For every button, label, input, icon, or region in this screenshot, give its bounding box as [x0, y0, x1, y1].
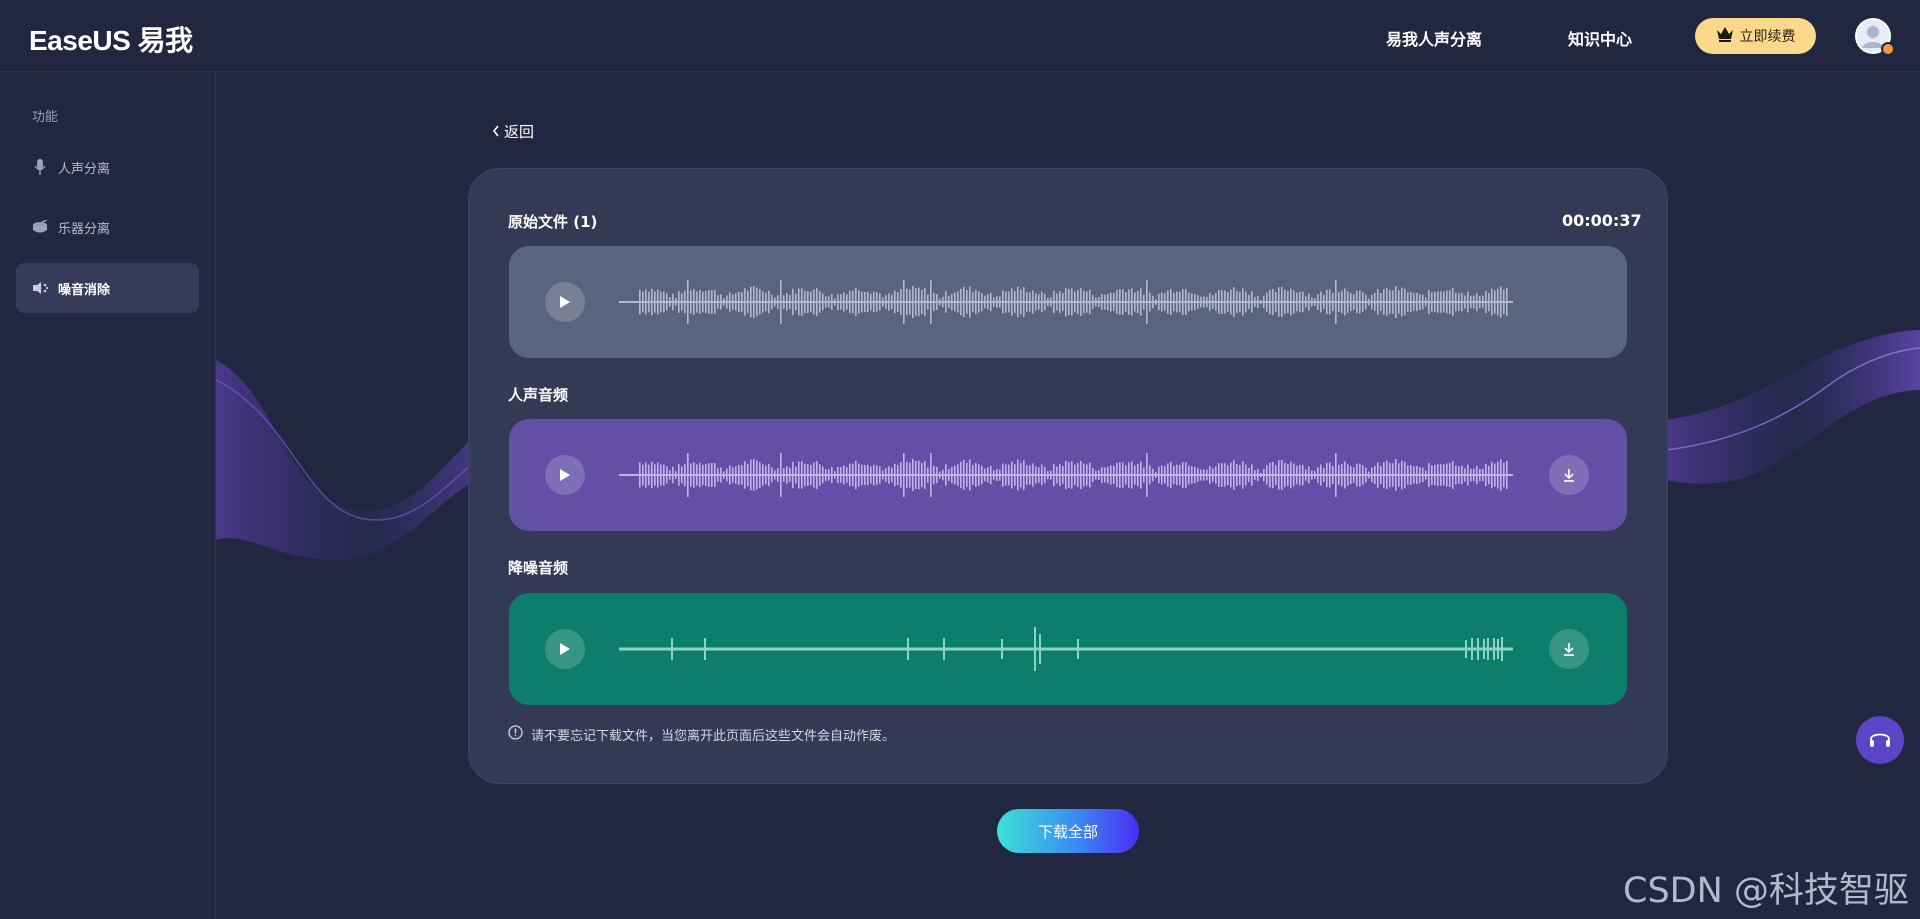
original-file-label: 原始文件 (1) — [508, 213, 598, 231]
play-denoised-button[interactable] — [545, 629, 585, 669]
original-waveform — [619, 280, 1513, 324]
play-icon — [560, 643, 570, 655]
customer-support-button[interactable] — [1856, 716, 1904, 764]
mic-icon — [32, 159, 48, 175]
vocal-waveform — [619, 453, 1513, 497]
sidebar-title: 功能 — [32, 110, 59, 125]
play-icon — [560, 296, 570, 308]
play-original-button[interactable] — [545, 282, 585, 322]
info-icon — [508, 725, 523, 744]
sidebar-item-label: 噪音消除 — [58, 282, 111, 298]
easeus-logo[interactable]: EaseUS 易我 — [29, 19, 193, 59]
nav-knowledge-center[interactable]: 知识中心 — [1568, 26, 1632, 50]
drum-icon — [32, 219, 48, 235]
sidebar-item-noise-removal[interactable]: 噪音消除 — [16, 263, 199, 313]
top-header: EaseUS 易我 易我人声分离 知识中心 立即续费 — [0, 0, 1920, 72]
noise-icon — [32, 280, 48, 296]
sidebar-item-label: 乐器分离 — [58, 221, 111, 237]
vocal-audio-label: 人声音频 — [508, 386, 569, 404]
denoised-audio-label: 降噪音频 — [508, 559, 569, 577]
play-icon — [560, 469, 570, 481]
user-avatar[interactable] — [1855, 18, 1895, 56]
renew-label: 立即续费 — [1739, 29, 1796, 45]
denoised-waveform — [619, 627, 1513, 671]
sidebar-item-instrument-separation[interactable]: 乐器分离 — [16, 202, 199, 252]
headset-icon — [1870, 733, 1890, 747]
sidebar-item-vocal-separation[interactable]: 人声分离 — [16, 142, 199, 192]
download-vocal-button[interactable] — [1549, 455, 1589, 495]
chevron-left-icon — [492, 123, 500, 141]
download-denoised-button[interactable] — [1549, 629, 1589, 669]
expiry-notice: 请不要忘记下载文件，当您离开此页面后这些文件会自动作废。 — [508, 725, 895, 744]
play-vocal-button[interactable] — [545, 455, 585, 495]
renew-button[interactable]: 立即续费 — [1695, 18, 1816, 54]
vocal-audio-track — [509, 419, 1627, 531]
duration-label: 00:00:37 — [1562, 211, 1642, 230]
sidebar-item-label: 人声分离 — [58, 161, 111, 177]
download-all-button[interactable]: 下载全部 — [997, 809, 1139, 853]
sidebar: 功能 人声分离 乐器分离 噪音消除 — [0, 72, 216, 919]
download-icon — [1564, 469, 1574, 482]
nav-vocal-separation[interactable]: 易我人声分离 — [1386, 26, 1482, 50]
vip-badge-icon — [1881, 42, 1895, 56]
back-label: 返回 — [504, 123, 535, 141]
denoised-audio-track — [509, 593, 1627, 705]
original-audio-track — [509, 246, 1627, 358]
watermark-text: CSDN @科技智驱 — [1623, 871, 1909, 911]
back-link[interactable]: 返回 — [492, 121, 534, 142]
download-icon — [1564, 643, 1574, 656]
crown-icon — [1716, 26, 1734, 46]
notice-text: 请不要忘记下载文件，当您离开此页面后这些文件会自动作废。 — [531, 729, 896, 744]
